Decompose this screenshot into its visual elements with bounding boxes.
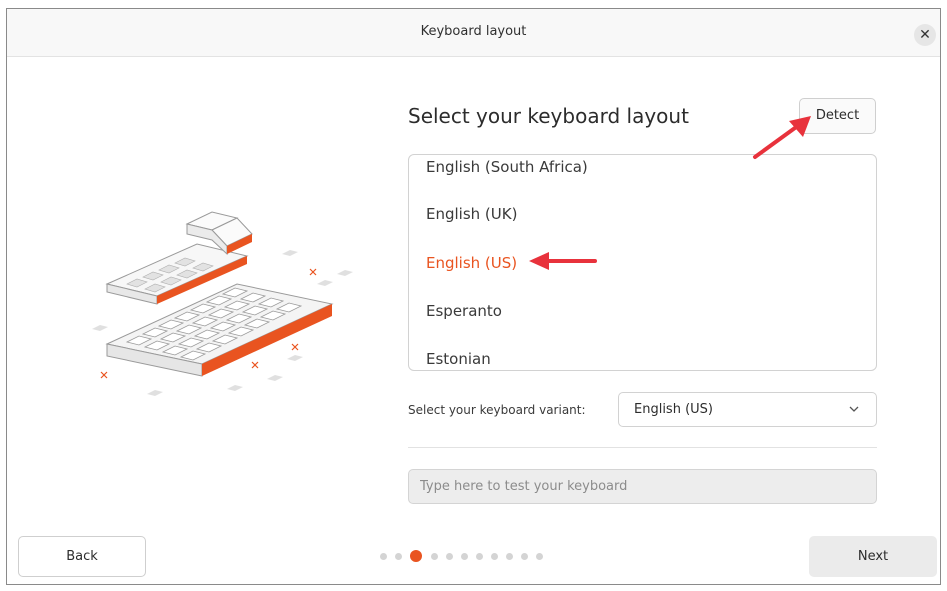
window-title: Keyboard layout	[420, 24, 527, 39]
keyboard-illustration	[92, 211, 353, 396]
divider	[408, 447, 877, 448]
title-bar: Keyboard layout ✕	[7, 9, 940, 57]
page-heading: Select your keyboard layout	[408, 104, 689, 128]
back-button[interactable]: Back	[18, 536, 146, 577]
keyboard-test-input[interactable]	[408, 469, 877, 504]
chevron-down-icon	[849, 406, 859, 412]
step-dot	[521, 553, 528, 560]
layout-list[interactable]: English (South Africa) English (UK) Engl…	[408, 154, 877, 371]
layout-item-english-uk[interactable]: English (UK)	[426, 205, 517, 223]
installer-window: Keyboard layout ✕ Select your keyboard l…	[6, 8, 941, 585]
step-dot	[461, 553, 468, 560]
layout-item-estonian[interactable]: Estonian	[426, 350, 491, 368]
layout-item-esperanto[interactable]: Esperanto	[426, 302, 502, 320]
layout-item-english-south-africa[interactable]: English (South Africa)	[426, 158, 588, 176]
step-dot-active	[410, 550, 422, 562]
step-dot	[431, 553, 438, 560]
close-icon: ✕	[919, 27, 931, 43]
variant-dropdown[interactable]: English (US)	[618, 392, 877, 427]
step-dot	[446, 553, 453, 560]
variant-value: English (US)	[634, 402, 713, 417]
variant-label: Select your keyboard variant:	[408, 403, 586, 417]
step-dot	[506, 553, 513, 560]
layout-item-english-us[interactable]: English (US)	[426, 254, 517, 272]
close-button[interactable]: ✕	[914, 24, 936, 46]
step-dot	[380, 553, 387, 560]
step-dot	[476, 553, 483, 560]
next-button[interactable]: Next	[809, 536, 937, 577]
step-dot	[395, 553, 402, 560]
step-dot	[491, 553, 498, 560]
detect-button[interactable]: Detect	[799, 98, 876, 134]
step-dot	[536, 553, 543, 560]
